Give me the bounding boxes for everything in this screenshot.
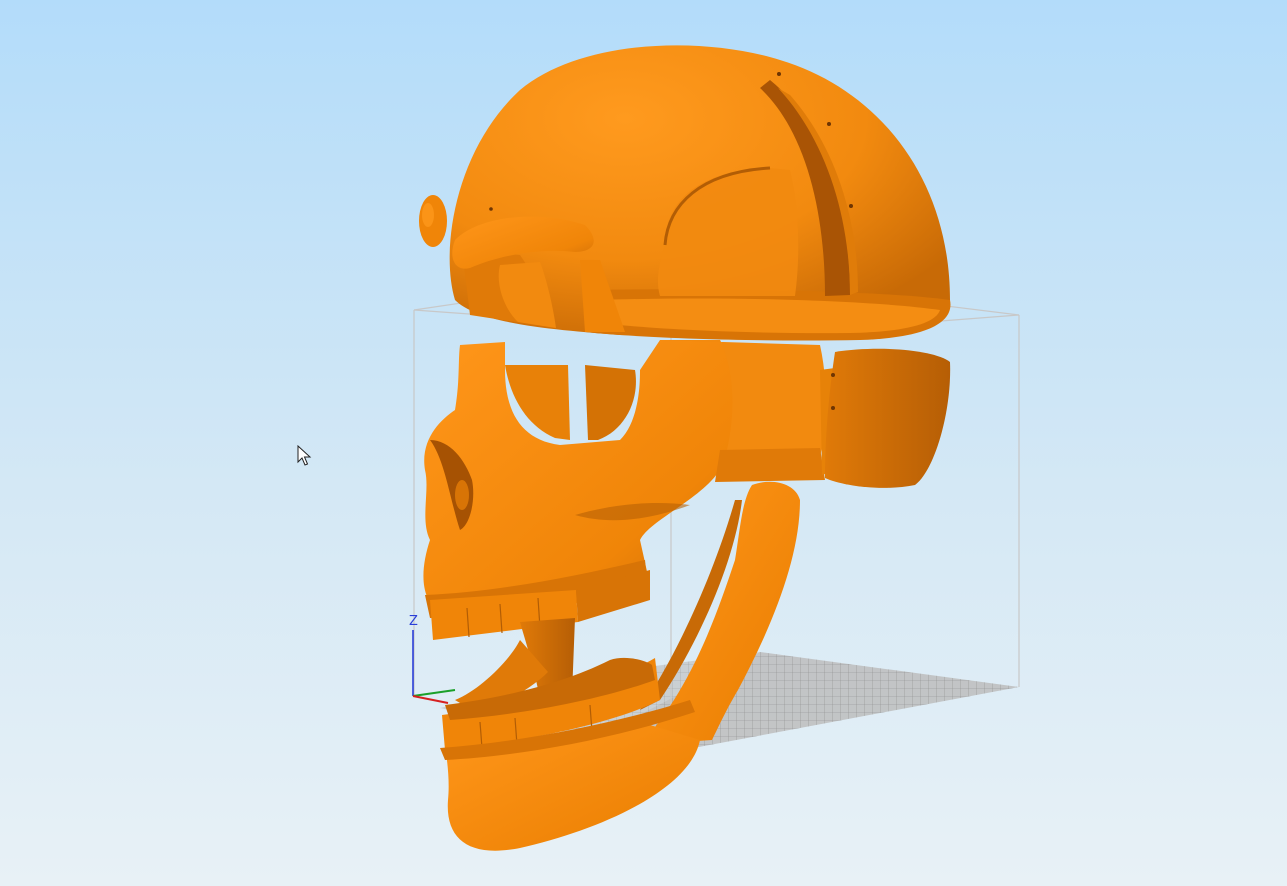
x-axis-line — [412, 695, 449, 704]
cranium-part[interactable] — [449, 45, 951, 341]
arrow-pointer-icon — [297, 445, 312, 466]
scene-canvas[interactable]: Z — [0, 0, 1287, 886]
y-axis-line — [412, 689, 456, 697]
face-part[interactable] — [423, 340, 735, 618]
z-axis-label: Z — [409, 614, 418, 629]
3d-viewport[interactable]: Z — [0, 0, 1287, 886]
neck-plate-part[interactable] — [825, 348, 951, 488]
